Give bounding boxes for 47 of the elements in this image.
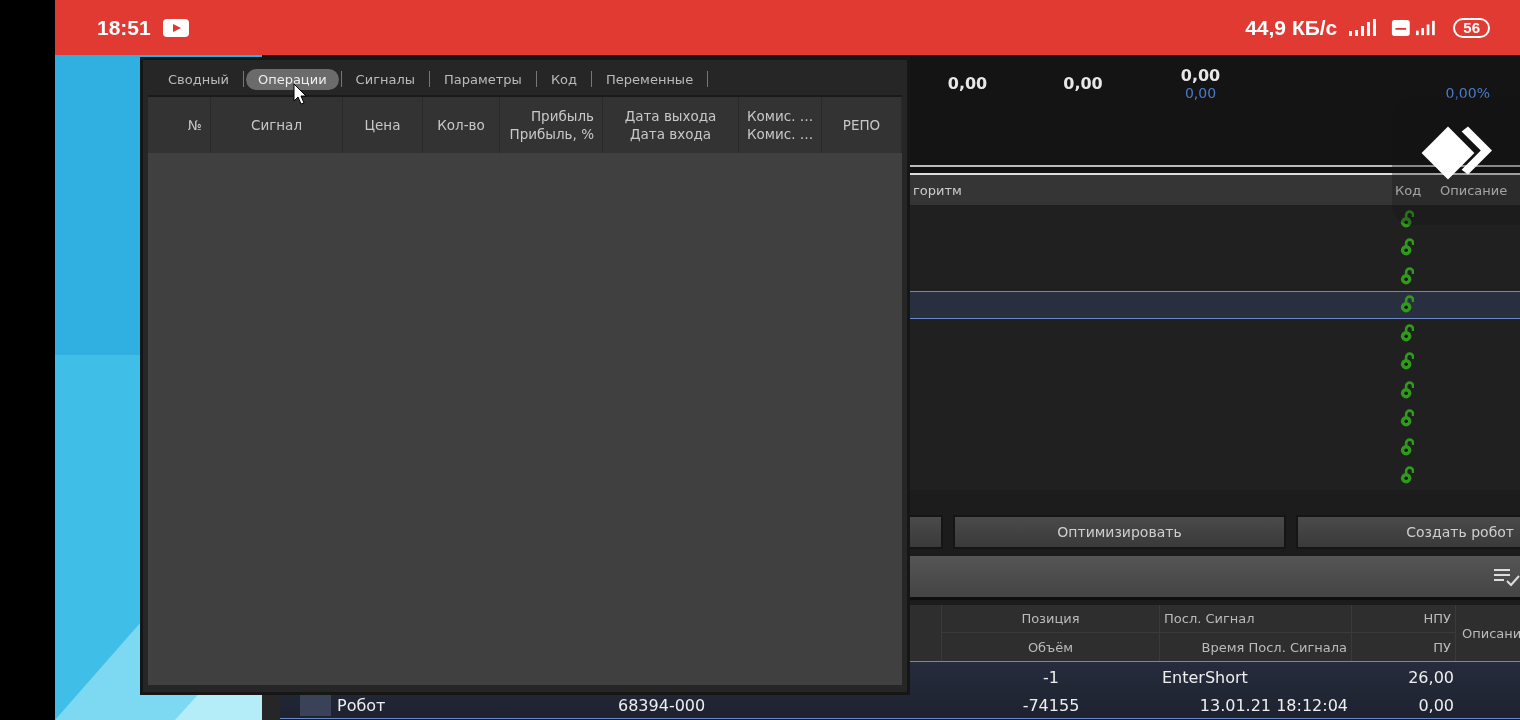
table-cell-text: 0,00 (1417, 694, 1455, 717)
table-cell-text: Робот (336, 694, 387, 717)
table-cell-text: 26,00 (1407, 666, 1455, 689)
table-cell-text: EnterShort (1161, 666, 1249, 689)
table-cell-text: -74155 (1021, 694, 1081, 717)
battery-level: 56 (1453, 17, 1490, 38)
action-button[interactable]: Оптимизировать (953, 515, 1286, 549)
summary-value: 0,00 (947, 73, 988, 93)
table-cell-text: 68394-000 (617, 694, 707, 717)
list-check-icon[interactable] (1494, 566, 1520, 587)
table-cell-text: 13.01.21 18:12:04 (1198, 694, 1349, 717)
column-header-label: ПУ (1432, 638, 1452, 657)
unlocked-lock-icon (1400, 295, 1414, 315)
column-header: Описани (1456, 605, 1520, 661)
column-header: Код (1395, 182, 1423, 198)
network-speed: 44,9 КБ/с (1245, 15, 1338, 40)
column-header: Описание (1440, 182, 1509, 198)
unlocked-lock-icon (1400, 238, 1414, 258)
tab[interactable]: Переменные (594, 68, 706, 90)
column-header-label: Время Посл. Сигнала (1200, 638, 1348, 657)
tab[interactable]: Сигналы (343, 68, 427, 90)
summary-value: 0,00% (1445, 85, 1490, 103)
unlocked-lock-icon (1400, 352, 1414, 372)
action-button[interactable]: Создать робот (1296, 515, 1520, 549)
tab[interactable]: Параметры (432, 68, 534, 90)
row-marker[interactable] (300, 694, 331, 716)
play-icon (162, 18, 189, 37)
tab[interactable]: Операции (245, 68, 339, 90)
unlocked-lock-icon (1400, 209, 1414, 229)
column-header-label: Объём (1026, 638, 1075, 657)
clock-time: 18:51 (97, 15, 151, 40)
unlocked-lock-icon (1400, 266, 1414, 286)
unlocked-lock-icon (1400, 380, 1414, 400)
tab[interactable]: Код (538, 68, 590, 90)
summary-value: 0,00 (1180, 66, 1221, 85)
summary-value: 0,00 (1063, 73, 1103, 93)
summary-value: 0,00 (1184, 85, 1217, 103)
column-header-label: Позиция (942, 605, 1159, 633)
column-header-label: НПУ (1352, 605, 1455, 633)
column-header-label: Посл. Сигнал (1160, 605, 1351, 633)
unlocked-lock-icon (1400, 437, 1414, 457)
tab[interactable]: Сводный (156, 68, 241, 90)
unlocked-lock-icon (1400, 409, 1414, 429)
column-header: горитм (913, 182, 963, 198)
unlocked-lock-icon (1400, 466, 1414, 486)
unlocked-lock-icon (1400, 323, 1414, 343)
table-cell-text: -1 (1042, 666, 1060, 689)
